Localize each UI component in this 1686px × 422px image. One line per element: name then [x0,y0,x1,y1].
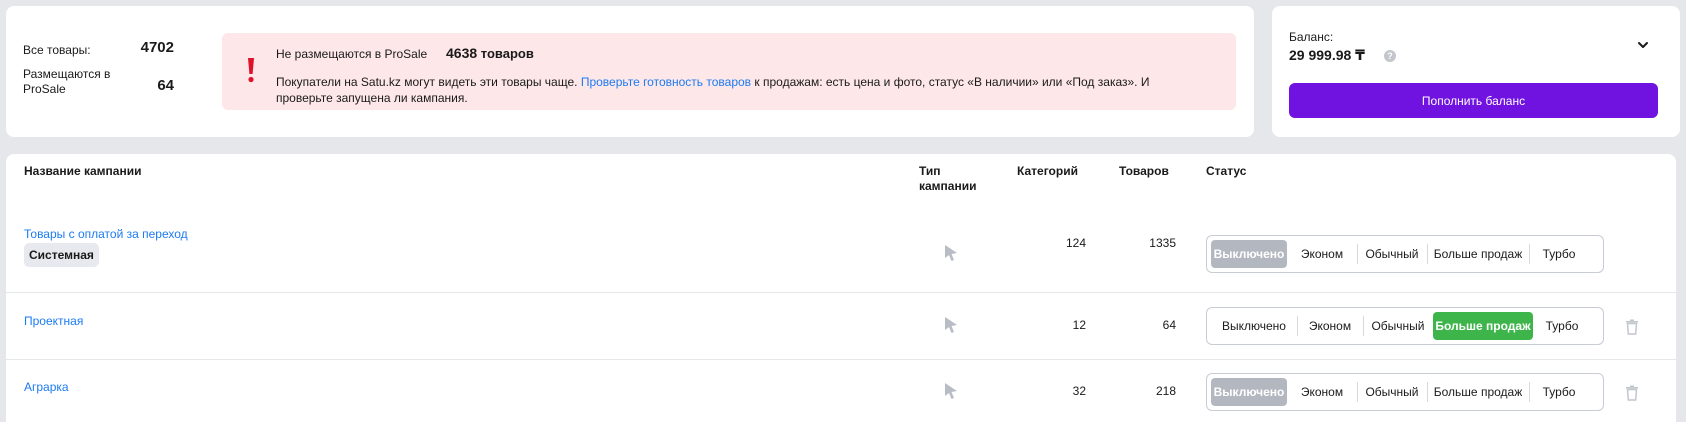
trash-icon[interactable] [1625,319,1639,335]
products-count: 1335 [1149,236,1176,250]
balance-card: Баланс: 29 999.98 ₸ ? Пополнить баланс [1272,6,1680,137]
status-normal[interactable]: Обычный [1357,378,1427,406]
status-economy[interactable]: Эконом [1287,378,1357,406]
placed-products-label-line2: ProSale [23,82,66,96]
status-off[interactable]: Выключено [1211,312,1297,340]
placed-products-label-line1: Размещаются в [23,67,111,81]
trash-icon[interactable] [1625,385,1639,401]
status-more-sales[interactable]: Больше продаж [1433,312,1533,340]
system-badge: Системная [24,243,99,267]
status-economy[interactable]: Эконом [1287,240,1357,268]
alert-count-suffix: товаров [480,46,534,61]
status-turbo[interactable]: Турбо [1533,312,1591,340]
check-readiness-link[interactable]: Проверьте готовность товаров [581,75,751,89]
status-off[interactable]: Выключено [1211,240,1287,268]
status-more-sales[interactable]: Больше продаж [1427,240,1529,268]
header-type-line1: Тип [919,164,941,178]
balance-value: 29 999.98 ₸ [1289,47,1365,63]
campaign-name-link[interactable]: Товары с оплатой за переход [24,227,188,241]
not-placed-alert: Не размещаются в ProSale 4638 товаров По… [222,33,1236,110]
row-divider [6,359,1676,360]
categories-count: 32 [1072,384,1086,398]
cursor-click-icon [945,317,957,333]
chevron-down-icon[interactable] [1636,40,1650,50]
status-selector: Выключено Эконом Обычный Больше продаж Т… [1206,307,1604,345]
campaigns-table: Название кампании Тип кампании Категорий… [6,154,1676,422]
status-economy[interactable]: Эконом [1297,312,1363,340]
exclamation-icon [248,58,254,83]
categories-count: 124 [1065,236,1086,250]
campaign-name-link[interactable]: Проектная [24,314,83,328]
header-campaign-name: Название кампании [24,164,142,178]
alert-text-before: Покупатели на Satu.kz могут видеть эти т… [276,75,578,89]
status-turbo[interactable]: Турбо [1529,378,1589,406]
cursor-click-icon [945,245,957,261]
status-more-sales[interactable]: Больше продаж [1427,378,1529,406]
cursor-click-icon [945,383,957,399]
alert-text: Покупатели на Satu.kz могут видеть эти т… [276,74,1206,106]
topup-balance-button[interactable]: Пополнить баланс [1289,83,1658,118]
all-products-label: Все товары: [23,43,91,57]
help-icon[interactable]: ? [1384,50,1396,62]
balance-label: Баланс: [1289,30,1334,44]
header-type-line2: кампании [919,179,977,193]
row-divider [6,292,1676,293]
status-selector: Выключено Эконом Обычный Больше продаж Т… [1206,235,1604,273]
alert-count-number: 4638 [446,45,478,61]
products-count: 64 [1162,318,1176,332]
status-off[interactable]: Выключено [1211,378,1287,406]
placed-products-value: 64 [157,77,174,94]
status-turbo[interactable]: Турбо [1529,240,1589,268]
stats-card: Все товары: 4702 Размещаются в ProSale 6… [6,6,1254,137]
status-selector: Выключено Эконом Обычный Больше продаж Т… [1206,373,1604,411]
categories-count: 12 [1072,318,1086,332]
all-products-value: 4702 [140,39,174,56]
status-normal[interactable]: Обычный [1363,312,1433,340]
products-count: 218 [1155,384,1176,398]
alert-count: 4638 товаров [446,44,534,63]
status-normal[interactable]: Обычный [1357,240,1427,268]
header-products: Товаров [1119,164,1169,178]
header-status: Статус [1206,164,1247,178]
alert-title: Не размещаются в ProSale [276,47,428,61]
campaign-name-link[interactable]: Аграрка [24,380,69,394]
header-categories: Категорий [1017,164,1078,178]
